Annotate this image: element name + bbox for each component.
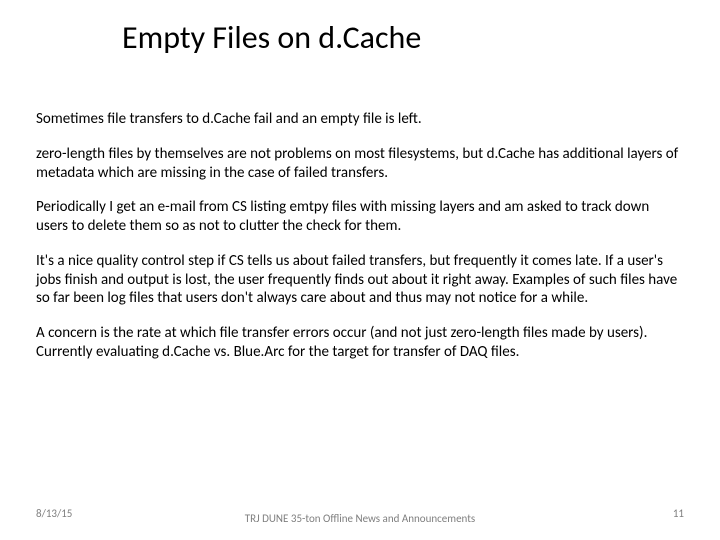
- paragraph: A concern is the rate at which file tran…: [36, 324, 684, 362]
- slide-footer: 8/13/15 TRJ DUNE 35-ton Offline News and…: [0, 496, 720, 526]
- footer-page-number: 11: [673, 507, 684, 520]
- slide-title: Empty Files on d.Cache: [122, 18, 421, 57]
- paragraph: zero-length files by themselves are not …: [36, 145, 684, 183]
- slide-body: Sometimes file transfers to d.Cache fail…: [36, 110, 684, 378]
- slide: Empty Files on d.Cache Sometimes file tr…: [0, 0, 720, 540]
- paragraph: It's a nice quality control step if CS t…: [36, 252, 684, 308]
- paragraph: Periodically I get an e-mail from CS lis…: [36, 198, 684, 236]
- footer-center: TRJ DUNE 35-ton Offline News and Announc…: [0, 513, 720, 526]
- paragraph: Sometimes file transfers to d.Cache fail…: [36, 110, 684, 129]
